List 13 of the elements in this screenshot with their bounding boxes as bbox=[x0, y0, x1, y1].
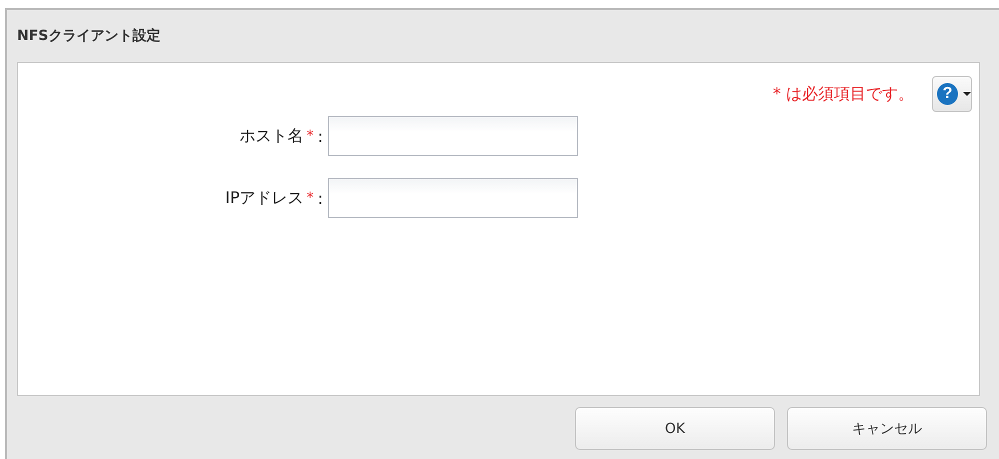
help-button[interactable]: ? bbox=[932, 76, 972, 112]
required-note: * は必須項目です。 bbox=[772, 84, 914, 104]
input-field[interactable] bbox=[328, 178, 578, 218]
label-colon: : bbox=[318, 126, 323, 146]
input-field[interactable] bbox=[328, 116, 578, 156]
label-colon: : bbox=[318, 188, 323, 208]
field-label: ホスト名 bbox=[240, 126, 304, 146]
required-mark: * bbox=[306, 190, 314, 206]
window-title: NFSクライアント設定 bbox=[17, 27, 160, 45]
dialog-button[interactable]: キャンセル bbox=[787, 407, 987, 450]
dialog-button[interactable]: OK bbox=[575, 407, 775, 450]
field-label: IPアドレス bbox=[225, 188, 304, 208]
required-mark: * bbox=[306, 128, 314, 144]
